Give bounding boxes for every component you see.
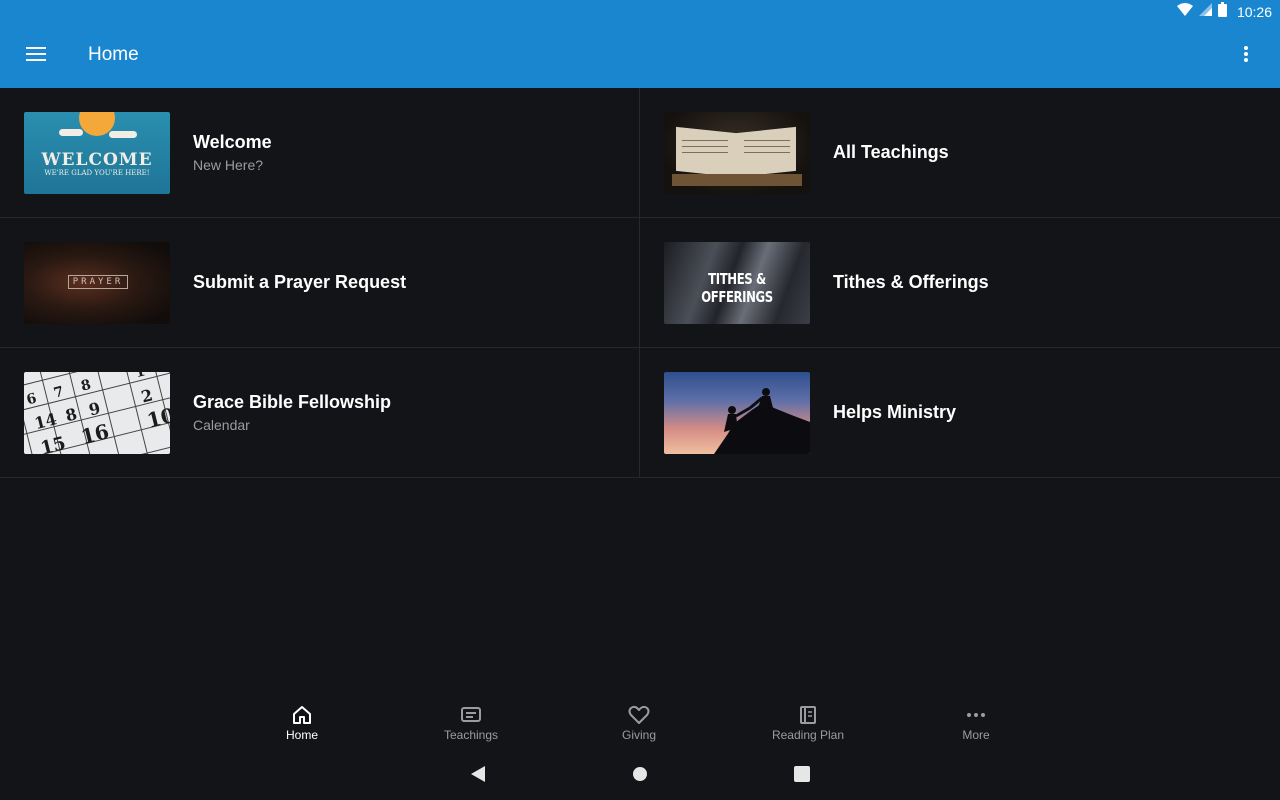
tile-text: Grace Bible Fellowship Calendar: [193, 348, 391, 477]
top-bar: 10:26 Home: [0, 0, 1280, 88]
nav-label: Giving: [621, 728, 656, 742]
wifi-icon: [1176, 3, 1193, 21]
recents-square-icon: [794, 765, 810, 787]
bottom-navigation: Home Teachings Giving Reading Plan More: [0, 690, 1280, 750]
climbers-silhouette: [714, 388, 810, 454]
tile-title: All Teachings: [833, 142, 949, 162]
svg-text:9: 9: [87, 398, 102, 419]
tile-helps-ministry[interactable]: Helps Ministry: [640, 348, 1280, 477]
tile-title: Tithes & Offerings: [833, 272, 989, 292]
nav-teachings[interactable]: Teachings: [411, 690, 531, 750]
system-navigation-bar: [0, 752, 1280, 800]
home-system-button[interactable]: [628, 764, 652, 788]
overflow-menu-button[interactable]: [1226, 36, 1266, 76]
home-tiles-grid: WELCOME WE'RE GLAD YOU'RE HERE! Welcome …: [0, 88, 1280, 478]
teachings-icon: [459, 704, 483, 726]
bible-thumbnail: [664, 112, 810, 194]
svg-text:6: 6: [25, 390, 38, 408]
tile-row: PRAYER Submit a Prayer Request TITHES & …: [0, 218, 1280, 348]
tile-row: WELCOME WE'RE GLAD YOU'RE HERE! Welcome …: [0, 88, 1280, 218]
tithes-thumb-text: TITHES & OFFERINGS: [701, 270, 773, 306]
home-circle-icon: [633, 766, 647, 786]
hamburger-menu-icon: [26, 46, 46, 67]
tile-text: Welcome New Here?: [193, 88, 272, 217]
svg-text:16: 16: [79, 419, 112, 449]
welcome-thumbnail: WELCOME WE'RE GLAD YOU'RE HERE!: [24, 112, 170, 194]
status-time: 10:26: [1236, 4, 1272, 20]
tile-text: All Teachings: [833, 88, 949, 217]
tile-title: Helps Ministry: [833, 402, 957, 422]
tile-welcome[interactable]: WELCOME WE'RE GLAD YOU'RE HERE! Welcome …: [0, 88, 640, 217]
prayer-thumb-text: PRAYER: [68, 275, 128, 289]
nav-label: More: [962, 728, 990, 742]
tile-title: Welcome: [193, 132, 272, 152]
svg-text:10: 10: [145, 403, 170, 433]
tile-row: 6781 14 8 9 2 15 16 10 Grace Bible Fellowship…: [0, 348, 1280, 478]
nav-reading-plan[interactable]: Reading Plan: [748, 690, 868, 750]
book-icon: [796, 704, 820, 726]
tile-subtitle: New Here?: [193, 157, 264, 173]
app-bar: Home: [0, 24, 1280, 88]
cloud-graphic: [109, 131, 137, 138]
cloud-graphic: [59, 129, 83, 136]
battery-icon: [1217, 2, 1227, 22]
svg-text:8: 8: [64, 404, 79, 425]
nav-label: Reading Plan: [771, 728, 845, 742]
home-icon: [290, 704, 314, 726]
status-bar: 10:26: [0, 0, 1280, 24]
status-icons: 10:26: [1176, 2, 1272, 22]
back-triangle-icon: [471, 765, 485, 787]
tile-text: Helps Ministry: [833, 348, 956, 477]
nav-giving[interactable]: Giving: [579, 690, 699, 750]
tile-title: Submit a Prayer Request: [193, 272, 407, 292]
calendar-thumbnail: 6781 14 8 9 2 15 16 10: [24, 372, 170, 454]
tile-all-teachings[interactable]: All Teachings: [640, 88, 1280, 217]
welcome-thumb-subtext: WE'RE GLAD YOU'RE HERE!: [44, 169, 150, 177]
nav-label: Teachings: [443, 728, 499, 742]
tile-text: Tithes & Offerings: [833, 218, 989, 347]
tile-title: Grace Bible Fellowship: [193, 392, 392, 412]
tithes-thumbnail: TITHES & OFFERINGS: [664, 242, 810, 324]
nav-home[interactable]: Home: [242, 690, 362, 750]
tile-tithes-offerings[interactable]: TITHES & OFFERINGS Tithes & Offerings: [640, 218, 1280, 347]
helps-thumbnail: [664, 372, 810, 454]
tile-subtitle: Calendar: [193, 417, 250, 433]
svg-text:2: 2: [139, 385, 154, 406]
nav-more[interactable]: More: [916, 690, 1036, 750]
prayer-thumbnail: PRAYER: [24, 242, 170, 324]
svg-text:8: 8: [79, 377, 92, 395]
tile-calendar[interactable]: 6781 14 8 9 2 15 16 10 Grace Bible Fellowship…: [0, 348, 640, 477]
svg-text:15: 15: [39, 433, 68, 454]
tile-text: Submit a Prayer Request: [193, 218, 406, 347]
tile-prayer-request[interactable]: PRAYER Submit a Prayer Request: [0, 218, 640, 347]
back-button[interactable]: [466, 764, 490, 788]
hamburger-menu-button[interactable]: [16, 36, 56, 76]
page-title: Home: [88, 44, 139, 65]
heart-icon: [627, 704, 651, 726]
bible-stand: [672, 174, 802, 186]
more-horizontal-icon: [964, 704, 988, 726]
cell-signal-icon: [1198, 3, 1212, 21]
welcome-thumb-text: WELCOME: [41, 150, 153, 170]
recents-button[interactable]: [790, 764, 814, 788]
nav-label: Home: [285, 728, 318, 742]
svg-text:7: 7: [52, 384, 65, 402]
calendar-graphic: 6 7 81 14 8 92 15 1610: [24, 372, 170, 454]
more-vertical-icon: [1244, 45, 1248, 67]
